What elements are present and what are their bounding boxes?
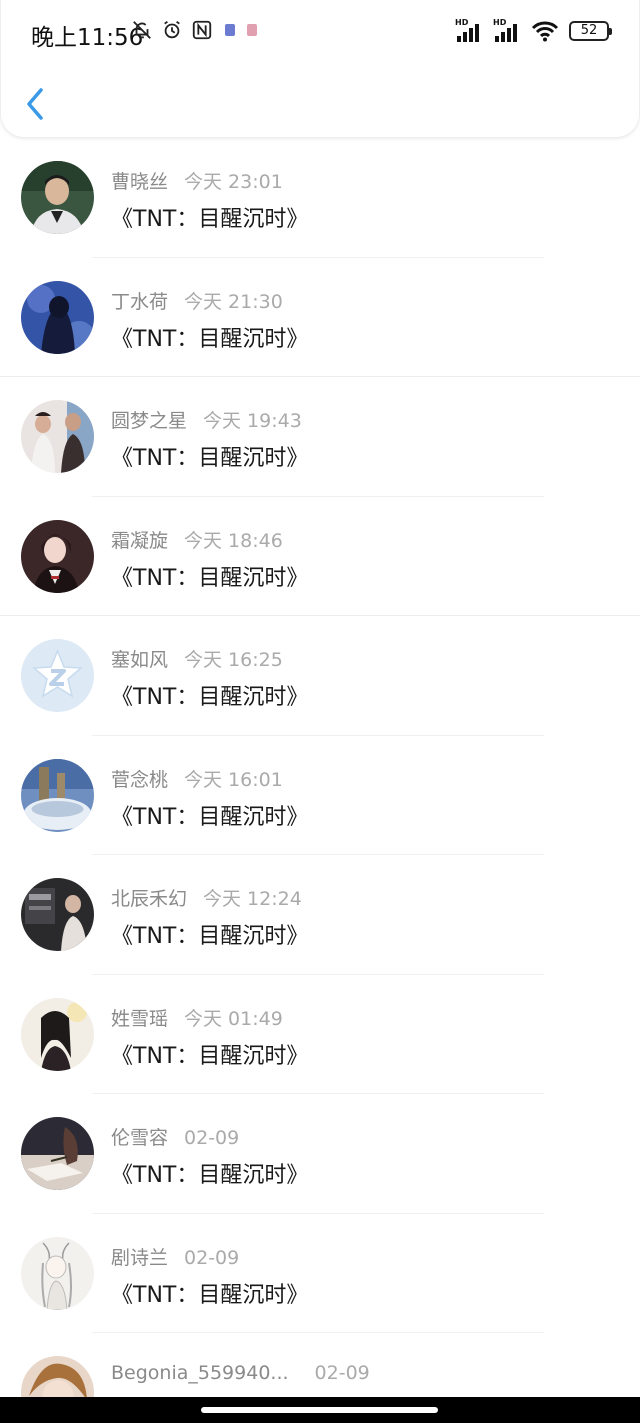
timestamp: 今天 19:43 — [203, 410, 302, 432]
top-app-bar: 晚上11:56 HD HD 52 — [0, 0, 640, 138]
timestamp: 今天 21:30 — [184, 290, 283, 313]
avatar[interactable] — [21, 639, 94, 712]
avatar[interactable] — [21, 519, 94, 593]
username[interactable]: 霜凝旋 — [111, 530, 168, 552]
list-item[interactable]: 丁水荷 今天 21:30 《TNT：目醒沉时》 — [0, 258, 640, 377]
list-item[interactable]: 姓雪瑶 今天 01:49 《TNT：目醒沉时》 — [0, 975, 640, 1094]
reader-list: 曹晓丝 今天 23:01 《TNT：目醒沉时》 丁水荷 今天 21:30 《TNT：… — [0, 138, 640, 1423]
book-title: 《TNT：目醒沉时》 — [111, 1282, 309, 1308]
avatar[interactable] — [21, 1117, 94, 1190]
list-item[interactable]: 曹晓丝 今天 23:01 《TNT：目醒沉时》 — [0, 138, 640, 258]
book-title: 《TNT：目醒沉时》 — [111, 685, 309, 710]
book-title: 《TNT：目醒沉时》 — [111, 207, 309, 232]
timestamp: 02-09 — [184, 1127, 240, 1149]
avatar[interactable] — [21, 161, 94, 234]
username[interactable]: 剧诗兰 — [111, 1247, 168, 1269]
timestamp: 今天 16:01 — [184, 768, 283, 791]
username[interactable]: 丁水荷 — [111, 291, 168, 313]
timestamp: 今天 16:25 — [184, 649, 283, 671]
back-button[interactable] — [19, 82, 53, 126]
app-notification-icon — [247, 24, 257, 36]
username[interactable]: 曹晓丝 — [111, 171, 168, 193]
status-icons-right: HD HD 52 — [455, 18, 612, 44]
avatar[interactable] — [21, 878, 94, 951]
timestamp: 今天 01:49 — [184, 1007, 283, 1030]
avatar[interactable] — [21, 1236, 94, 1310]
list-item[interactable]: 北辰禾幻 今天 12:24 《TNT：目醒沉时》 — [0, 855, 640, 975]
status-icons-left — [131, 19, 257, 41]
username[interactable]: 塞如风 — [111, 649, 168, 671]
book-title: 《TNT：目醒沉时》 — [111, 1043, 309, 1069]
avatar[interactable] — [21, 758, 94, 832]
chevron-left-icon — [27, 88, 43, 120]
book-title: 《TNT：目醒沉时》 — [111, 446, 309, 471]
book-title: 《TNT：目醒沉时》 — [111, 565, 309, 591]
wifi-icon — [531, 21, 559, 42]
list-item[interactable]: 菅念桃 今天 16:01 《TNT：目醒沉时》 — [0, 736, 640, 855]
username[interactable]: Begonia_559940... — [111, 1362, 289, 1384]
username[interactable]: 伦雪容 — [111, 1127, 168, 1149]
book-title: 《TNT：目醒沉时》 — [111, 326, 309, 352]
home-indicator[interactable] — [201, 1407, 438, 1413]
list-item[interactable]: 伦雪容 02-09 《TNT：目醒沉时》 — [0, 1094, 640, 1214]
timestamp: 02-09 — [314, 1362, 370, 1384]
nfc-icon — [192, 20, 212, 40]
username[interactable]: 菅念桃 — [111, 769, 168, 791]
timestamp: 今天 23:01 — [184, 171, 283, 193]
battery-icon: 52 — [569, 21, 612, 41]
alarm-icon — [164, 20, 180, 39]
avatar[interactable] — [21, 280, 94, 354]
signal-icon: HD — [493, 18, 525, 44]
avatar[interactable] — [21, 997, 94, 1071]
app-notification-icon — [225, 24, 235, 36]
list-item[interactable]: 圆梦之星 今天 19:43 《TNT：目醒沉时》 — [0, 377, 640, 497]
timestamp: 02-09 — [184, 1246, 240, 1269]
username[interactable]: 姓雪瑶 — [111, 1008, 168, 1030]
username[interactable]: 北辰禾幻 — [111, 888, 187, 910]
username[interactable]: 圆梦之星 — [111, 410, 187, 432]
status-time: 晚上11:56 — [31, 25, 144, 51]
book-title: 《TNT：目醒沉时》 — [111, 1163, 309, 1188]
list-item[interactable]: 塞如风 今天 16:25 《TNT：目醒沉时》 — [0, 616, 640, 736]
avatar[interactable] — [21, 400, 94, 473]
book-title: 《TNT：目醒沉时》 — [111, 924, 309, 949]
list-item[interactable]: 剧诗兰 02-09 《TNT：目醒沉时》 — [0, 1214, 640, 1333]
timestamp: 今天 18:46 — [184, 529, 283, 552]
list-item[interactable]: 霜凝旋 今天 18:46 《TNT：目醒沉时》 — [0, 497, 640, 616]
timestamp: 今天 12:24 — [203, 888, 302, 910]
signal-icon: HD — [455, 18, 487, 44]
mute-bell-icon — [133, 21, 151, 39]
status-bar: 晚上11:56 HD HD 52 — [1, 0, 640, 64]
book-title: 《TNT：目醒沉时》 — [111, 804, 309, 830]
